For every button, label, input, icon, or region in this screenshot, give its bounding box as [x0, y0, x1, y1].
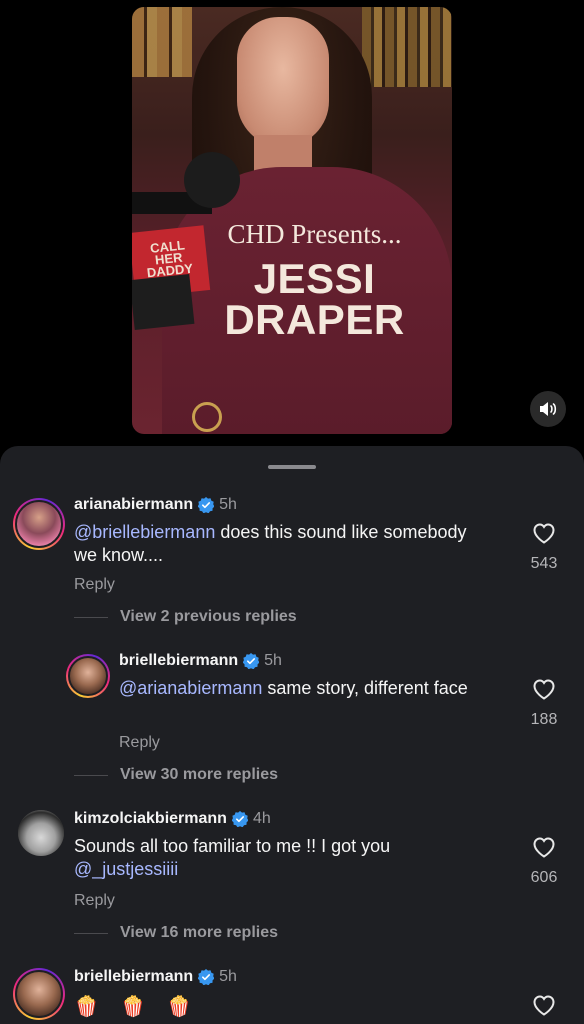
comment-text: 🍿 🍿 🍿 — [74, 996, 200, 1018]
comment-time: 4h — [252, 810, 271, 827]
comment-text: Sounds all too familiar to me !! I got y… — [74, 835, 454, 881]
comment-header: kimzolciakbiermann 4h — [74, 810, 271, 828]
comment-username[interactable]: briellebiermann — [74, 968, 193, 986]
avatar[interactable] — [18, 810, 64, 856]
comments-sheet: arianabiermann 5h @briellebiermann does … — [0, 446, 584, 1024]
verified-badge-icon — [243, 653, 260, 669]
comment-text-content: Sounds all too familiar to me !! I got y… — [74, 836, 391, 856]
verified-badge-icon — [198, 497, 215, 513]
like-button[interactable] — [524, 994, 564, 1021]
comment-header: briellebiermann 5h — [119, 652, 282, 670]
sheet-drag-handle[interactable] — [268, 465, 316, 469]
comment-text-content: same story, different face — [262, 678, 468, 698]
mute-button[interactable] — [530, 391, 566, 427]
like-count: 188 — [530, 711, 558, 728]
bookshelf-left — [132, 7, 192, 77]
person-face — [237, 17, 329, 147]
view-replies-label: View 2 previous replies — [120, 608, 297, 625]
heart-icon — [533, 523, 555, 544]
like-button[interactable]: 543 — [524, 522, 564, 573]
video-player[interactable]: CALL HER DADDY CHD Presents... JESSI DRA… — [132, 7, 452, 434]
video-title-name-line2: DRAPER — [224, 296, 405, 343]
comment-header: briellebiermann 5h — [74, 968, 237, 986]
verified-badge-icon — [231, 811, 248, 827]
thread-line — [74, 932, 108, 934]
avatar[interactable] — [13, 498, 65, 550]
like-button[interactable]: 188 — [524, 678, 564, 729]
comment-username[interactable]: arianabiermann — [74, 496, 193, 514]
mention-link[interactable]: @arianabiermann — [119, 678, 262, 698]
heart-icon — [533, 837, 555, 858]
mention-link[interactable]: @_justjessiiii — [74, 859, 178, 879]
view-replies-button[interactable]: View 30 more replies — [74, 766, 278, 784]
video-area[interactable]: CALL HER DADDY CHD Presents... JESSI DRA… — [0, 0, 584, 446]
bookshelf-right — [362, 7, 452, 87]
comment-text: @arianabiermann same story, different fa… — [119, 677, 489, 700]
video-title-presents: CHD Presents... — [227, 219, 402, 249]
reply-button[interactable]: Reply — [74, 892, 115, 910]
view-replies-button[interactable]: View 2 previous replies — [74, 608, 297, 626]
like-count: 606 — [530, 869, 558, 886]
like-button[interactable]: 606 — [524, 836, 564, 887]
speaker-icon — [540, 402, 557, 416]
heart-icon — [533, 679, 555, 700]
mention-link[interactable]: @briellebiermann — [74, 522, 215, 542]
like-count: 543 — [530, 555, 558, 572]
comment-username[interactable]: kimzolciakbiermann — [74, 810, 227, 828]
video-title-name-line1: JESSI — [253, 255, 376, 302]
comment-time: 5h — [264, 652, 282, 669]
comment-username[interactable]: briellebiermann — [119, 652, 238, 670]
avatar[interactable] — [66, 654, 110, 698]
view-replies-button[interactable]: View 16 more replies — [74, 924, 278, 942]
bracelet — [192, 402, 222, 432]
avatar[interactable] — [13, 968, 65, 1020]
thread-line — [74, 616, 108, 618]
verified-badge-icon — [198, 969, 215, 985]
view-replies-label: View 30 more replies — [120, 766, 279, 783]
comment-time: 5h — [219, 968, 237, 985]
reply-button[interactable]: Reply — [119, 734, 160, 752]
comment-text: @briellebiermann does this sound like so… — [74, 521, 474, 567]
view-replies-label: View 16 more replies — [120, 924, 279, 941]
thread-line — [74, 774, 108, 776]
comment-header: arianabiermann 5h — [74, 496, 237, 514]
comment-time: 5h — [219, 496, 237, 513]
heart-icon — [533, 995, 555, 1016]
reply-button[interactable]: Reply — [74, 576, 115, 594]
